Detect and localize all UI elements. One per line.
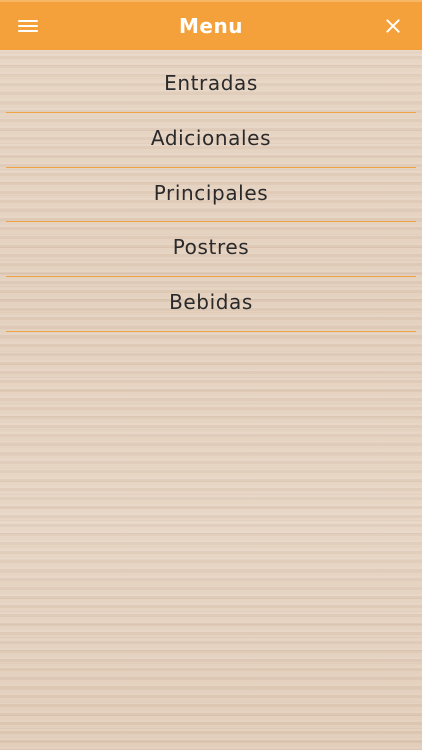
menu-item-label: Entradas [164, 71, 258, 95]
menu-item-label: Bebidas [169, 290, 253, 315]
menu-item-label: Principales [153, 180, 269, 205]
menu-item-entradas[interactable]: Entradas [0, 58, 422, 113]
menu-list: Entradas Adicionales Principales Postres… [0, 58, 422, 332]
menu-item-label: Postres [172, 235, 250, 260]
close-icon[interactable] [384, 17, 402, 35]
menu-item-bebidas[interactable]: Bebidas [0, 277, 422, 332]
page-title: Menu [179, 14, 243, 38]
menu-item-principales[interactable]: Principales [0, 168, 422, 223]
top-bar: Menu [0, 0, 422, 50]
menu-item-label: Adicionales [150, 125, 272, 150]
divider [6, 330, 416, 332]
menu-item-postres[interactable]: Postres [0, 222, 422, 278]
menu-item-adicionales[interactable]: Adicionales [0, 113, 422, 168]
